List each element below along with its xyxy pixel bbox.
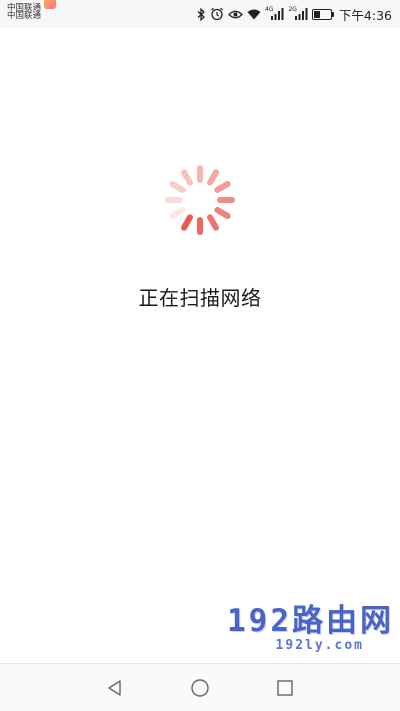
alarm-icon [210,7,224,21]
signal-icon-1: 4G [264,5,284,21]
home-icon [191,678,209,697]
battery-icon [311,7,335,21]
app-notification-icon [44,0,57,9]
network-type-2: 2G [288,5,297,13]
spinner-segment [214,181,231,194]
watermark-logo: 192路由网 192ly.com [227,604,394,653]
watermark-title: 192路由网 [227,603,394,639]
carrier-2: 中国联通 [7,11,42,21]
loading-spinner-icon [165,165,235,235]
eye-comfort-icon [228,7,243,21]
watermark-url: 192ly.com [275,638,364,653]
back-button[interactable] [104,677,126,699]
carrier-info: 中国联通 中国联通 [7,0,57,22]
back-icon [108,679,121,696]
spinner-segment [181,169,194,186]
navigation-bar [0,663,400,711]
spinner-segment [181,214,193,231]
signal-icon-2: 2G [288,5,308,21]
wifi-icon [247,7,261,21]
scanning-network-label: 正在扫描网络 [138,286,262,310]
clock: 下午4:36 [338,7,392,23]
home-button[interactable] [189,677,211,699]
bluetooth-icon [197,7,206,21]
recent-apps-icon [277,679,293,696]
spinner-segment [169,181,186,193]
spinner-segment [169,206,186,219]
spinner-segment [206,214,219,231]
spinner-segment [214,207,231,219]
status-bar: 中国联通 中国联通 4G 2G 下午4:36 [0,0,400,28]
network-type-1: 4G [264,5,274,13]
spinner-segment [207,169,219,186]
status-icons: 4G 2G 下午4:36 [197,5,392,23]
recent-apps-button[interactable] [274,677,296,699]
